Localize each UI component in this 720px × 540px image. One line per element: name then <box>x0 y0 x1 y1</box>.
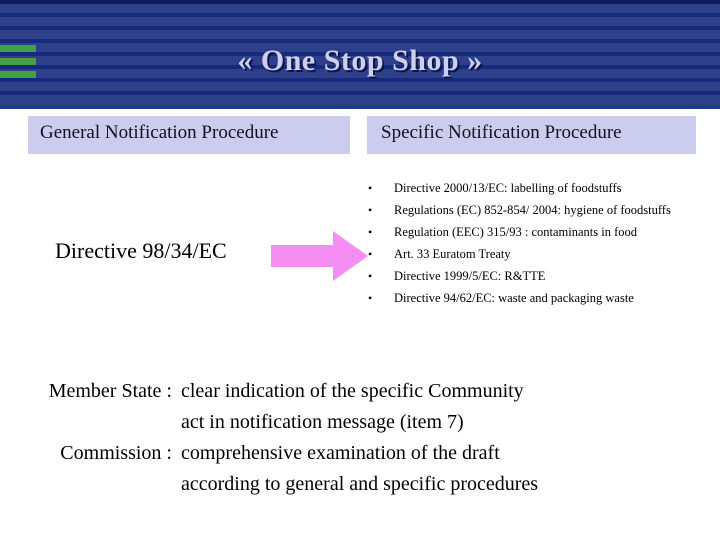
role-name: Member State : <box>48 380 172 402</box>
bullet-icon: • <box>368 269 373 283</box>
header-stripe <box>0 82 720 91</box>
roles-block: Member State : clear indication of the sp… <box>0 376 720 500</box>
role-description: clear indication of the specific Communi… <box>181 376 720 438</box>
list-item: • Art. 33 Euratom Treaty <box>362 247 702 262</box>
list-item: • Regulations (EC) 852-854/ 2004: hygiene… <box>362 203 702 218</box>
list-item-label: Regulations (EC) 852-854/ 2004: hygiene … <box>394 203 671 217</box>
role-description-line: clear indication of the specific Communi… <box>181 380 524 402</box>
right-arrow-icon <box>271 231 368 281</box>
slide-title: « One Stop Shop » <box>237 44 483 77</box>
bullet-icon: • <box>368 225 373 239</box>
role-description-line: act in notification message (item 7) <box>181 411 464 433</box>
specific-procedure-heading: Specific Notification Procedure <box>367 116 696 154</box>
role-name: Commission : <box>60 442 172 464</box>
list-item-label: Art. 33 Euratom Treaty <box>394 247 511 261</box>
bullet-icon: • <box>368 181 373 195</box>
bullet-icon: • <box>368 203 373 217</box>
role-row: Commission : comprehensive examination of… <box>0 438 720 500</box>
role-description-line: comprehensive examination of the draft <box>181 442 500 464</box>
header-banner: « One Stop Shop » <box>0 0 720 109</box>
list-item: • Directive 1999/5/EC: R&TTE <box>362 269 702 284</box>
list-item-label: Directive 94/62/EC: waste and packaging … <box>394 291 634 305</box>
bullet-icon: • <box>368 291 373 305</box>
role-description-line: according to general and specific proced… <box>181 473 539 495</box>
header-stripe <box>0 17 720 26</box>
header-stripe <box>0 4 720 13</box>
list-item-label: Directive 1999/5/EC: R&TTE <box>394 269 546 283</box>
role-row: Member State : clear indication of the sp… <box>0 376 720 438</box>
bullet-icon: • <box>368 247 373 261</box>
role-description: comprehensive examination of the draft ac… <box>181 438 720 500</box>
header-bottom-edge <box>0 105 720 109</box>
general-directive-label: Directive 98/34/EC <box>55 238 227 263</box>
list-item-label: Regulation (EEC) 315/93 : contaminants i… <box>394 225 638 239</box>
list-item: • Directive 2000/13/EC: labelling of food… <box>362 181 702 196</box>
header-stripe <box>0 30 720 39</box>
general-procedure-heading: General Notification Procedure <box>28 116 350 154</box>
list-item: • Directive 94/62/EC: waste and packaging… <box>362 291 702 306</box>
list-item-label: Directive 2000/13/EC: labelling of foods… <box>394 181 622 195</box>
list-item: • Regulation (EEC) 315/93 : contaminants … <box>362 225 702 240</box>
specific-acts-list: • Directive 2000/13/EC: labelling of food… <box>362 181 702 313</box>
